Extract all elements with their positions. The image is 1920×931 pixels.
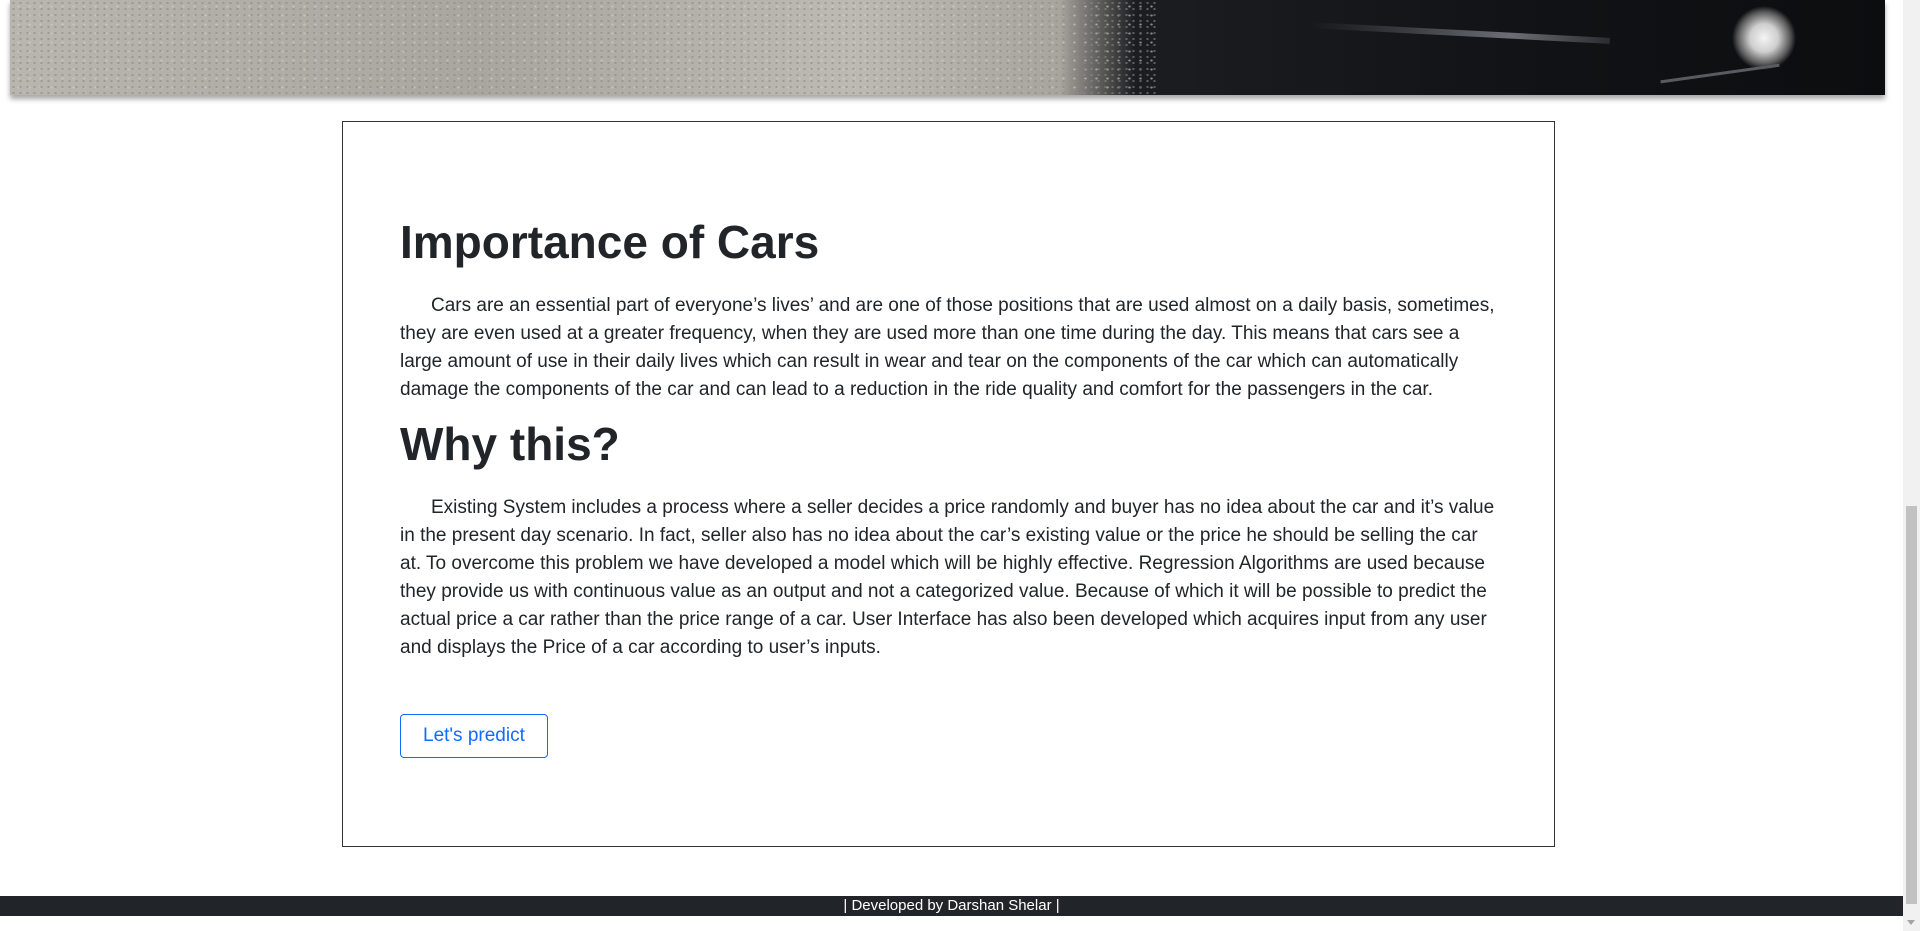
gravel-texture [10,0,1160,95]
car-bumper-line [1660,63,1780,84]
section-heading-importance: Importance of Cars [400,216,820,268]
section-text-why-this: Existing System includes a process where… [400,497,1495,658]
footer: | Developed by Darshan Shelar | [0,896,1903,916]
lets-predict-button[interactable]: Let's predict [400,714,548,758]
section-heading-why-this: Why this? [400,418,620,470]
footer-credit-text: | Developed by Darshan Shelar | [843,897,1060,914]
scrollbar-thumb[interactable] [1906,506,1917,904]
scroll-down-arrow-icon[interactable] [1907,920,1915,925]
content-card-body: Importance of Cars Cars are an essential… [400,214,1500,758]
section-text-importance: Cars are an essential part of everyone’s… [400,295,1495,400]
vertical-scrollbar[interactable] [1903,0,1920,931]
car-hero-image [10,0,1885,95]
car-body-trim [1310,22,1610,44]
page: Importance of Cars Cars are an essential… [0,0,1920,931]
content-card: Importance of Cars Cars are an essential… [342,121,1555,847]
